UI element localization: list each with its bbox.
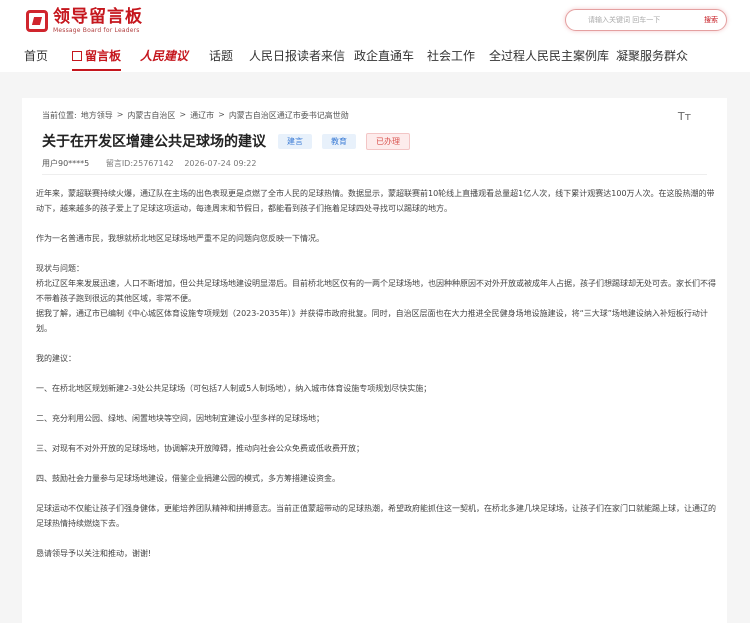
search-input[interactable] [588, 16, 698, 24]
post-content: 近年来，蒙超联赛持续火爆，通辽队在主场的出色表现更是点燃了全市人民的足球热情。数… [36, 186, 716, 561]
tag-education: 教育 [322, 133, 356, 149]
content-paragraph: 恳请领导予以关注和推动，谢谢! [36, 549, 152, 558]
nav-item-message-board[interactable]: 留言板 [72, 45, 122, 71]
main-nav: 首页 留言板 人民建议 话题 人民日报读者来信 政企直通车 社会工作 全过程人民… [0, 45, 750, 71]
content-paragraph: 我的建议： [36, 354, 76, 363]
breadcrumb-item-inner-mongolia[interactable]: 内蒙古自治区 [127, 110, 175, 121]
breadcrumb-item-tongliao[interactable]: 通辽市 [190, 110, 214, 121]
page-title: 关于在开发区增建公共足球场的建议 [42, 134, 266, 150]
content-paragraph: 三、对现有不对外开放的足球场地，协调解决开放障碍，推动向社会公众免费或低收费开放… [36, 444, 364, 453]
nav-item-serve-masses[interactable]: 凝聚服务群众 [616, 45, 688, 67]
content-paragraph: 二、充分利用公园、绿地、闲置地块等空间，因地制宜建设小型多样的足球场地； [36, 414, 324, 423]
search-box: 搜索 [565, 9, 727, 31]
nav-item-democracy-cases[interactable]: 全过程人民民主案例库 [489, 45, 609, 67]
breadcrumb-label: 当前位置: [42, 111, 77, 120]
search-button[interactable]: 搜索 [704, 15, 718, 25]
content-paragraph: 一、在桥北地区规划新建2-3处公共足球场（可包括7人制或5人制场地），纳入城市体… [36, 384, 432, 393]
nav-item-social-work[interactable]: 社会工作 [427, 45, 475, 67]
edit-icon [72, 51, 82, 61]
nav-item-people-suggestion[interactable]: 人民建议 [140, 45, 188, 67]
logo-subtitle: Message Board for Leaders [53, 26, 140, 34]
breadcrumb-item-local-leaders[interactable]: 地方领导 [81, 110, 113, 121]
breadcrumb: 当前位置: 地方领导 > 内蒙古自治区 > 通辽市 > 内蒙古自治区通辽市委书记… [42, 110, 349, 121]
nav-item-reader-letters[interactable]: 人民日报读者来信 [249, 45, 345, 67]
message-card: 当前位置: 地方领导 > 内蒙古自治区 > 通辽市 > 内蒙古自治区通辽市委书记… [22, 98, 727, 623]
logo-mark-icon [26, 10, 48, 32]
logo-title: 领导留言板 [53, 6, 143, 27]
font-size-toggle-icon[interactable]: Tт [678, 110, 691, 123]
post-meta: 用户90****5 留言ID:25767142 2026-07-24 09:22 [42, 158, 256, 169]
divider [42, 174, 707, 175]
content-paragraph: 近年来，蒙超联赛持续火爆，通辽队在主场的出色表现更是点燃了全市人民的足球热情。数… [36, 189, 715, 213]
post-message-id: 留言ID:25767142 [105, 159, 174, 168]
content-paragraph: 足球运动不仅能让孩子们强身健体，更能培养团队精神和拼搏意志。当前正值蒙超带动的足… [36, 504, 716, 528]
nav-item-home[interactable]: 首页 [24, 45, 48, 67]
site-header: 领导留言板 Message Board for Leaders 搜索 首页 留言… [0, 0, 750, 72]
content-paragraph: 桥北辽区年来发展迅速，人口不断增加，但公共足球场地建设明显滞后。目前桥北地区仅有… [36, 279, 716, 303]
nav-item-gov-enterprise[interactable]: 政企直通车 [354, 45, 414, 67]
title-row: 关于在开发区增建公共足球场的建议 建言 教育 已办理 [42, 131, 410, 151]
content-paragraph: 现状与问题： [36, 264, 84, 273]
site-logo[interactable]: 领导留言板 Message Board for Leaders [26, 7, 143, 35]
content-paragraph: 作为一名普通市民，我想就桥北地区足球场地严重不足的问题向您反映一下情况。 [36, 234, 324, 243]
tag-suggestion: 建言 [278, 133, 312, 149]
post-user: 用户90****5 [42, 159, 90, 168]
status-badge: 已办理 [366, 132, 410, 150]
post-date: 2026-07-24 09:22 [184, 159, 257, 168]
breadcrumb-item-secretary[interactable]: 内蒙古自治区通辽市委书记高世勋 [229, 110, 349, 121]
nav-item-topics[interactable]: 话题 [209, 45, 233, 67]
content-paragraph: 四、鼓励社会力量参与足球场地建设，借鉴企业捐建公园的模式，多方筹措建设资金。 [36, 474, 340, 483]
content-paragraph: 据我了解，通辽市已编制《中心城区体育设施专项规划（2023-2035年）》并获得… [36, 309, 708, 333]
